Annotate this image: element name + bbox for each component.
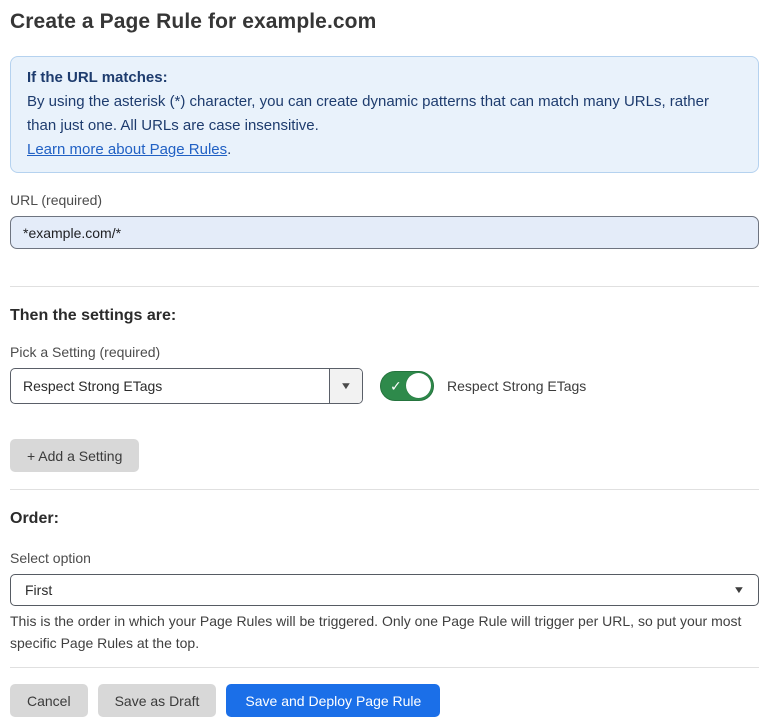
- link-suffix-text: .: [227, 141, 231, 158]
- order-help-text: This is the order in which your Page Rul…: [10, 610, 759, 654]
- order-select[interactable]: First ▼: [10, 574, 759, 606]
- order-heading: Order:: [10, 510, 759, 528]
- section-divider: [10, 286, 759, 287]
- setting-select-arrow-button[interactable]: ▼: [329, 369, 362, 403]
- toggle-knob: [406, 373, 431, 398]
- dropdown-arrow-icon: ▼: [340, 381, 353, 392]
- setting-select[interactable]: Respect Strong ETags ▼: [10, 368, 363, 404]
- save-draft-button[interactable]: Save as Draft: [98, 684, 217, 717]
- setting-toggle-group: ✓ Respect Strong ETags: [380, 371, 586, 401]
- chevron-down-icon: ▼: [733, 585, 746, 596]
- pick-setting-label: Pick a Setting (required): [10, 344, 759, 360]
- settings-heading: Then the settings are:: [10, 307, 759, 325]
- setting-toggle-label: Respect Strong ETags: [447, 378, 586, 394]
- add-setting-button[interactable]: + Add a Setting: [10, 439, 139, 472]
- select-option-label: Select option: [10, 550, 759, 566]
- url-label: URL (required): [10, 192, 759, 208]
- save-deploy-button[interactable]: Save and Deploy Page Rule: [226, 684, 440, 717]
- setting-row: Respect Strong ETags ▼ ✓ Respect Strong …: [10, 368, 759, 404]
- info-box-link-line: Learn more about Page Rules.: [27, 138, 742, 162]
- url-match-info-box: If the URL matches: By using the asteris…: [10, 56, 759, 173]
- footer-actions: Cancel Save as Draft Save and Deploy Pag…: [10, 668, 759, 717]
- check-icon: ✓: [390, 379, 402, 393]
- order-select-value: First: [25, 582, 52, 598]
- setting-select-value: Respect Strong ETags: [11, 369, 329, 403]
- info-box-heading: If the URL matches:: [27, 66, 742, 90]
- setting-toggle[interactable]: ✓: [380, 371, 434, 401]
- page-title: Create a Page Rule for example.com: [10, 10, 759, 34]
- cancel-button[interactable]: Cancel: [10, 684, 88, 717]
- url-input[interactable]: [10, 216, 759, 249]
- info-box-body: By using the asterisk (*) character, you…: [27, 90, 742, 138]
- learn-more-link[interactable]: Learn more about Page Rules: [27, 141, 227, 158]
- create-page-rule-panel: Create a Page Rule for example.com If th…: [0, 0, 769, 718]
- section-divider: [10, 489, 759, 490]
